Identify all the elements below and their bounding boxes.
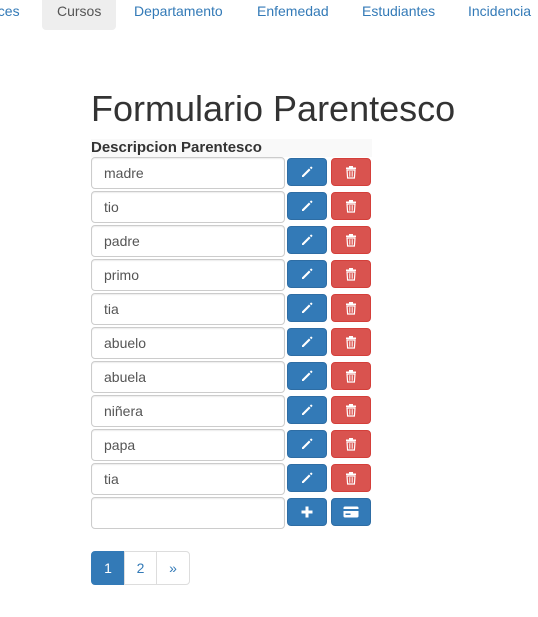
delete-button[interactable] — [331, 430, 371, 458]
pencil-icon — [300, 267, 314, 281]
trash-icon — [344, 403, 358, 417]
pencil-icon — [300, 233, 314, 247]
page-2-link[interactable]: 2 — [124, 551, 157, 585]
add-button[interactable] — [287, 498, 327, 526]
descripcion-field[interactable] — [91, 327, 285, 359]
descripcion-field[interactable] — [91, 225, 285, 257]
nav-item-nces[interactable]: nces — [0, 0, 30, 30]
edit-button[interactable] — [287, 294, 327, 322]
table-row — [91, 157, 372, 191]
descripcion-field[interactable] — [91, 463, 285, 495]
trash-icon — [344, 471, 358, 485]
column-header: Descripcion Parentesco — [91, 139, 372, 157]
trash-icon — [344, 301, 358, 315]
pencil-icon — [300, 471, 314, 485]
edit-button[interactable] — [287, 158, 327, 186]
page-1-link[interactable]: 1 — [91, 551, 125, 585]
pagination: 1 2 » — [91, 551, 190, 585]
trash-icon — [344, 335, 358, 349]
new-descripcion-field[interactable] — [91, 497, 285, 529]
trash-icon — [344, 369, 358, 383]
pencil-icon — [300, 301, 314, 315]
table-row — [91, 259, 372, 293]
pencil-icon — [300, 403, 314, 417]
trash-icon — [344, 267, 358, 281]
edit-button[interactable] — [287, 260, 327, 288]
plus-icon — [300, 505, 314, 519]
delete-button[interactable] — [331, 464, 371, 492]
table-row — [91, 429, 372, 463]
delete-button[interactable] — [331, 226, 371, 254]
next-page-link[interactable]: » — [156, 551, 190, 585]
nav-item-enfemedad[interactable]: Enfemedad — [257, 0, 329, 30]
pencil-icon — [300, 199, 314, 213]
table-row — [91, 191, 372, 225]
save-button[interactable] — [331, 498, 371, 526]
table-row — [91, 361, 372, 395]
descripcion-field[interactable] — [91, 395, 285, 427]
trash-icon — [344, 165, 358, 179]
trash-icon — [344, 437, 358, 451]
trash-icon — [344, 199, 358, 213]
credit-card-icon — [343, 506, 359, 518]
trash-icon — [344, 233, 358, 247]
delete-button[interactable] — [331, 158, 371, 186]
descripcion-field[interactable] — [91, 259, 285, 291]
pencil-icon — [300, 165, 314, 179]
delete-button[interactable] — [331, 260, 371, 288]
parentesco-table: Descripcion Parentesco — [91, 139, 372, 531]
nav-item-departamento[interactable]: Departamento — [134, 0, 223, 30]
descripcion-field[interactable] — [91, 361, 285, 393]
top-nav: nces Cursos Departamento Enfemedad Estud… — [0, 0, 538, 30]
pencil-icon — [300, 335, 314, 349]
edit-button[interactable] — [287, 226, 327, 254]
table-row — [91, 225, 372, 259]
table-row — [91, 327, 372, 361]
page-title: Formulario Parentesco — [91, 88, 456, 129]
descripcion-field[interactable] — [91, 429, 285, 461]
table-row — [91, 395, 372, 429]
delete-button[interactable] — [331, 362, 371, 390]
nav-item-cursos[interactable]: Cursos — [42, 0, 117, 30]
descripcion-field[interactable] — [91, 293, 285, 325]
edit-button[interactable] — [287, 328, 327, 356]
new-entry-row — [91, 497, 372, 531]
descripcion-field[interactable] — [91, 157, 285, 189]
edit-button[interactable] — [287, 464, 327, 492]
edit-button[interactable] — [287, 192, 327, 220]
edit-button[interactable] — [287, 362, 327, 390]
nav-item-incidencia[interactable]: Incidencia — [468, 0, 531, 30]
edit-button[interactable] — [287, 396, 327, 424]
delete-button[interactable] — [331, 294, 371, 322]
pencil-icon — [300, 369, 314, 383]
table-row — [91, 293, 372, 327]
delete-button[interactable] — [331, 328, 371, 356]
pencil-icon — [300, 437, 314, 451]
edit-button[interactable] — [287, 430, 327, 458]
delete-button[interactable] — [331, 192, 371, 220]
nav-item-estudiantes[interactable]: Estudiantes — [362, 0, 435, 30]
delete-button[interactable] — [331, 396, 371, 424]
descripcion-field[interactable] — [91, 191, 285, 223]
table-row — [91, 463, 372, 497]
